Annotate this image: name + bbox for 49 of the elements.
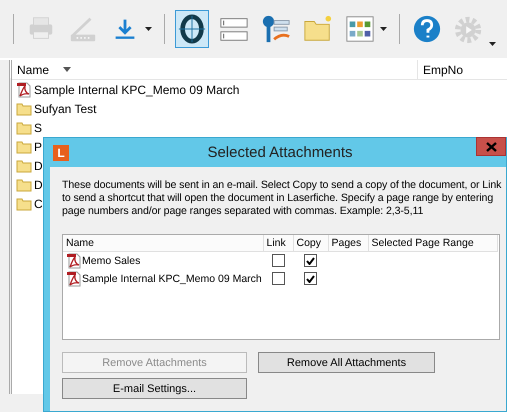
pdf-icon <box>66 252 82 268</box>
close-icon <box>486 142 496 152</box>
folder-icon <box>16 100 32 116</box>
file-name[interactable]: D <box>34 178 43 192</box>
folder-icon <box>16 176 32 192</box>
checkbox[interactable] <box>272 272 284 285</box>
settings-icon <box>454 14 484 44</box>
check-icon <box>306 256 315 264</box>
folder-icon <box>16 158 32 174</box>
column-header[interactable]: Name <box>63 235 263 251</box>
checkbox[interactable] <box>272 254 284 267</box>
file-name[interactable]: S <box>34 120 42 134</box>
grid-icon <box>345 14 375 44</box>
check-icon <box>306 274 315 282</box>
file-name[interactable]: Sufyan Test <box>34 102 96 116</box>
column-header[interactable]: Name <box>12 60 418 79</box>
close-button[interactable] <box>476 137 506 156</box>
letter-o-icon <box>177 14 207 44</box>
folder-icon <box>16 138 32 154</box>
column-header[interactable]: Selected Page Range <box>368 235 497 251</box>
toolbar-button[interactable] <box>175 10 209 48</box>
file-name[interactable]: D <box>34 158 43 172</box>
file-name[interactable]: Sample Internal KPC_Memo 09 March <box>34 82 240 96</box>
caret-icon[interactable] <box>380 27 387 31</box>
checkbox[interactable] <box>304 254 317 267</box>
key-icon <box>261 14 291 44</box>
app-logo-icon: L <box>53 144 69 160</box>
dialog-button[interactable]: Remove All Attachments <box>258 352 435 373</box>
column-header[interactable]: Pages <box>328 235 368 251</box>
column-label: Name <box>17 62 50 76</box>
help-icon <box>412 14 442 44</box>
attachment-name: Sample Internal KPC_Memo 09 March <box>82 272 262 284</box>
folder-icon <box>16 196 32 212</box>
folder-icon <box>16 120 32 136</box>
file-name[interactable]: C <box>34 196 43 210</box>
column-header[interactable]: EmpNo <box>418 60 464 79</box>
pdf-icon <box>66 270 82 286</box>
dialog-title: Selected Attachments <box>206 144 354 161</box>
sort-arrow-icon[interactable] <box>63 67 72 72</box>
file-name[interactable]: P <box>34 140 42 154</box>
attachment-name: Memo Sales <box>82 254 140 266</box>
column-label: EmpNo <box>423 62 464 76</box>
column-header[interactable]: Link <box>263 235 293 251</box>
column-header[interactable]: Copy <box>293 235 328 251</box>
caret-icon[interactable] <box>145 27 152 31</box>
pdf-icon <box>16 82 32 98</box>
checkbox[interactable] <box>304 272 317 285</box>
dialog-button[interactable]: E-mail Settings... <box>62 378 247 399</box>
instructions-text: These documents will be sent in an e-mail. Select Copy to send a copy of the document, or Link to send a shortcut that will open the document in Laserfiche. Specify a page range by entering page numbers and/or page ranges separated with commas. Example: 2,3-5,11 <box>62 179 502 218</box>
